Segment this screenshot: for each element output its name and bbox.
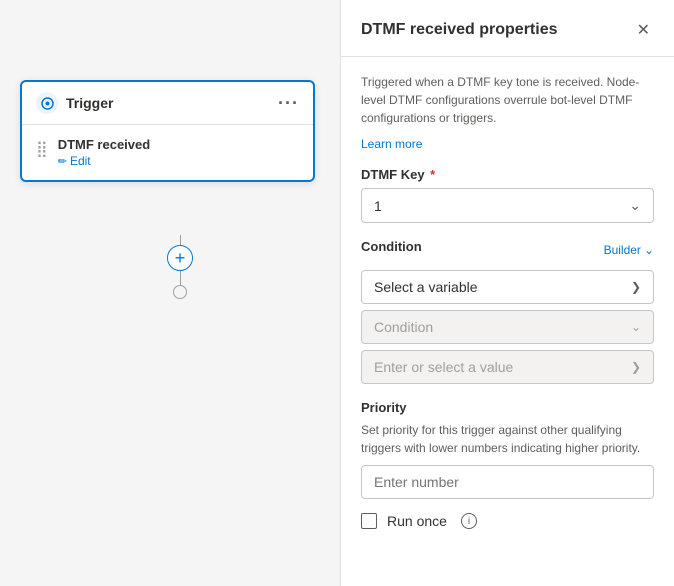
trigger-title: Trigger <box>66 95 113 111</box>
panel-header: DTMF received properties ✕ <box>341 0 674 57</box>
dtmf-name: DTMF received <box>58 137 150 152</box>
priority-input[interactable] <box>361 465 654 499</box>
required-star: * <box>427 167 436 182</box>
dtmf-key-value: 1 <box>374 198 382 214</box>
flow-canvas: Trigger ··· ⣿ DTMF received ✏ Edit + <box>0 0 340 586</box>
dtmf-key-field: DTMF Key * 1 ⌄ <box>361 167 654 223</box>
run-once-row: Run once i <box>361 513 654 529</box>
chevron-down-condition-icon: ⌄ <box>631 320 641 334</box>
condition-section: Condition Builder ⌄ Select a variable ❯ … <box>361 239 654 384</box>
dtmf-edit-link[interactable]: ✏ Edit <box>58 154 150 168</box>
pencil-icon: ✏ <box>58 155 67 168</box>
priority-label: Priority <box>361 400 654 415</box>
select-variable-dropdown[interactable]: Select a variable ❯ <box>361 270 654 304</box>
description-text: Triggered when a DTMF key tone is receiv… <box>361 73 654 127</box>
chevron-right-value-icon: ❯ <box>631 360 641 374</box>
enter-value-dropdown: Enter or select a value ❯ <box>361 350 654 384</box>
priority-section: Priority Set priority for this trigger a… <box>361 400 654 513</box>
trigger-menu-button[interactable]: ··· <box>278 93 299 114</box>
dtmf-info: DTMF received ✏ Edit <box>58 137 150 168</box>
connector-line-bottom <box>180 271 181 285</box>
panel-content: Triggered when a DTMF key tone is receiv… <box>341 57 674 586</box>
condition-label: Condition <box>361 239 422 254</box>
dtmf-dots-icon: ⣿ <box>36 139 48 159</box>
flow-connector: + <box>167 235 193 299</box>
dtmf-key-label: DTMF Key * <box>361 167 654 182</box>
chevron-down-icon-builder: ⌄ <box>644 243 654 257</box>
end-circle <box>173 285 187 299</box>
trigger-icon <box>36 92 58 114</box>
close-button[interactable]: ✕ <box>633 16 654 44</box>
run-once-checkbox[interactable] <box>361 513 377 529</box>
condition-dropdown: Condition ⌄ <box>361 310 654 344</box>
properties-panel: DTMF received properties ✕ Triggered whe… <box>340 0 674 586</box>
builder-link[interactable]: Builder ⌄ <box>604 243 654 257</box>
add-step-button[interactable]: + <box>167 245 193 271</box>
trigger-node: Trigger ··· ⣿ DTMF received ✏ Edit <box>20 80 315 182</box>
connector-line-top <box>180 235 181 245</box>
priority-description: Set priority for this trigger against ot… <box>361 421 654 457</box>
chevron-right-icon: ❯ <box>631 280 641 294</box>
enter-value-placeholder: Enter or select a value <box>374 359 513 375</box>
panel-title: DTMF received properties <box>361 21 558 39</box>
dtmf-key-dropdown[interactable]: 1 ⌄ <box>361 188 654 223</box>
select-variable-label: Select a variable <box>374 279 478 295</box>
trigger-header-left: Trigger <box>36 92 113 114</box>
run-once-info-icon[interactable]: i <box>461 513 477 529</box>
condition-placeholder: Condition <box>374 319 433 335</box>
condition-section-header: Condition Builder ⌄ <box>361 239 654 260</box>
run-once-label: Run once <box>387 513 447 529</box>
trigger-body: ⣿ DTMF received ✏ Edit <box>22 125 313 180</box>
learn-more-link[interactable]: Learn more <box>361 137 654 151</box>
dtmf-item: ⣿ DTMF received ✏ Edit <box>36 137 299 168</box>
trigger-header: Trigger ··· <box>22 82 313 125</box>
chevron-down-icon: ⌄ <box>629 197 641 214</box>
